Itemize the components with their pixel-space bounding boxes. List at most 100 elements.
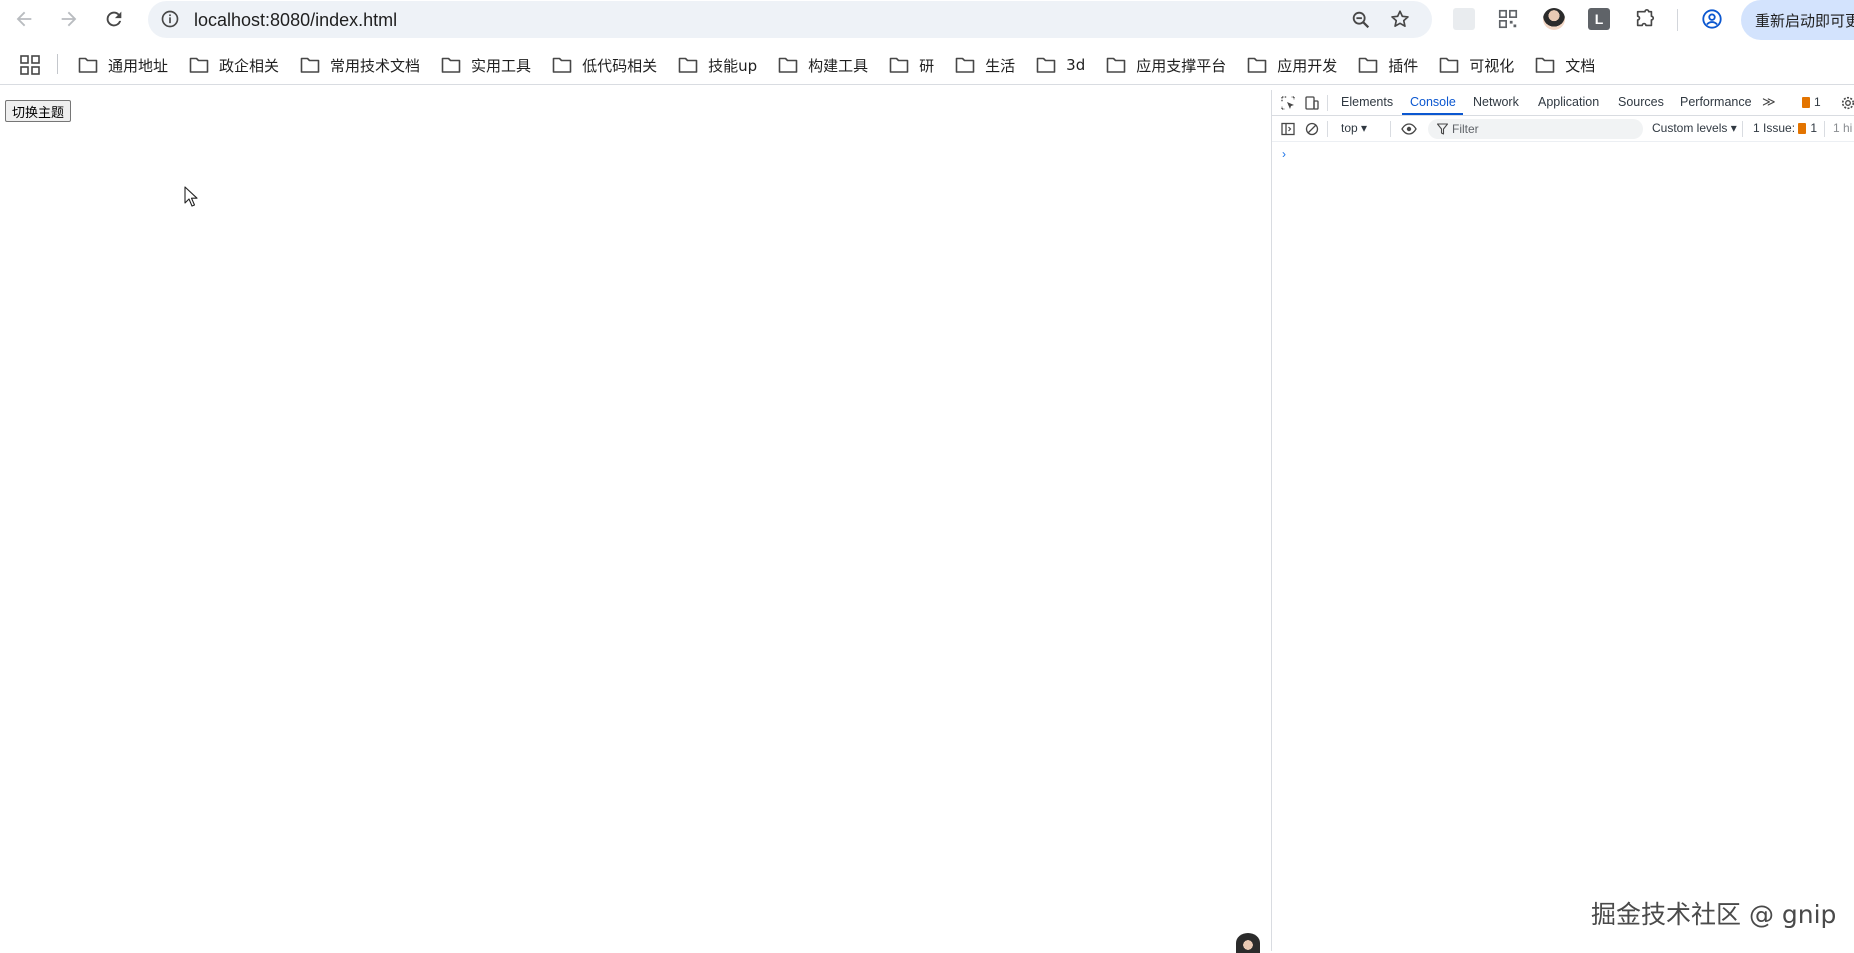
folder-icon bbox=[1106, 57, 1126, 73]
bookmark-folder-label: 生活 bbox=[985, 56, 1016, 75]
folder-icon bbox=[1036, 57, 1056, 73]
extension-l-icon[interactable]: L bbox=[1588, 8, 1610, 30]
bookmark-folder-list: 通用地址 政企相关 常用技术文档 实用工具 低代码相关 技能up 构建工具 研 生活 3d 应用支撑… bbox=[78, 45, 1616, 85]
bookmark-folder-label: 应用开发 bbox=[1277, 56, 1338, 75]
arrow-right-icon bbox=[61, 11, 77, 27]
sidebar-toggle-icon[interactable] bbox=[1280, 121, 1296, 137]
toggle-theme-button[interactable]: 切换主题 bbox=[5, 100, 72, 122]
console-toolbar: top ▾ Filter Custom levels ▾ 1 Issue: 1 … bbox=[1272, 116, 1854, 142]
context-value: top bbox=[1341, 121, 1358, 135]
page-viewport: 切换主题 bbox=[0, 90, 1270, 953]
bookmark-folder[interactable]: 3d bbox=[1036, 50, 1085, 80]
device-toolbar-icon[interactable] bbox=[1304, 95, 1320, 111]
folder-icon bbox=[1358, 57, 1378, 73]
folder-icon bbox=[1535, 57, 1555, 73]
settings-gear-icon[interactable] bbox=[1840, 95, 1854, 111]
bookmark-folder[interactable]: 技能up bbox=[678, 50, 757, 80]
folder-icon bbox=[552, 57, 572, 73]
mouse-cursor-icon bbox=[184, 186, 198, 207]
console-filter-input[interactable]: Filter bbox=[1428, 119, 1643, 139]
log-levels-dropdown[interactable]: Custom levels ▾ bbox=[1652, 121, 1737, 135]
bookmark-folder-label: 3d bbox=[1066, 56, 1086, 74]
console-toolbar-divider bbox=[1327, 121, 1328, 137]
toolbar-divider bbox=[1677, 9, 1678, 31]
bookmark-folder[interactable]: 生活 bbox=[955, 50, 1015, 80]
inspect-element-icon[interactable] bbox=[1280, 95, 1296, 111]
issues-badge-count: 1 bbox=[1814, 95, 1821, 109]
issues-counter[interactable]: 1 Issue: 1 bbox=[1753, 121, 1817, 135]
active-tab-indicator bbox=[1402, 113, 1463, 115]
devtools-tab-strip: Elements Console Network Application Sou… bbox=[1272, 90, 1854, 116]
folder-icon bbox=[678, 57, 698, 73]
bookmark-folder[interactable]: 研 bbox=[889, 50, 934, 80]
tab-elements[interactable]: Elements bbox=[1341, 95, 1393, 109]
extension-blank-icon[interactable] bbox=[1453, 8, 1475, 30]
bookmark-folder-label: 政企相关 bbox=[219, 56, 280, 75]
watermark-text: 掘金技术社区 @ gnip bbox=[1591, 900, 1837, 929]
filter-icon bbox=[1437, 123, 1448, 135]
tab-console[interactable]: Console bbox=[1410, 95, 1456, 109]
live-expression-eye-icon[interactable] bbox=[1401, 121, 1417, 137]
issues-badge[interactable]: 1 bbox=[1802, 95, 1821, 109]
console-toolbar-divider bbox=[1390, 121, 1391, 137]
bookmark-folder[interactable]: 常用技术文档 bbox=[300, 50, 420, 80]
bookmarks-divider bbox=[57, 54, 58, 74]
devtools-panel: Elements Console Network Application Sou… bbox=[1271, 90, 1854, 951]
bookmark-folder-label: 可视化 bbox=[1469, 56, 1515, 75]
bookmark-folder[interactable]: 实用工具 bbox=[441, 50, 531, 80]
extensions-puzzle-icon[interactable] bbox=[1634, 8, 1656, 30]
site-info-icon[interactable] bbox=[160, 9, 180, 29]
bookmark-folder-label: 低代码相关 bbox=[582, 56, 658, 75]
console-toolbar-divider bbox=[1742, 121, 1743, 137]
issue-flag-icon bbox=[1798, 122, 1807, 134]
console-prompt[interactable]: › bbox=[1282, 147, 1286, 161]
restart-to-update-button[interactable]: 重新启动即可更新 bbox=[1741, 0, 1854, 40]
clear-console-icon[interactable] bbox=[1304, 121, 1320, 137]
profile-icon[interactable] bbox=[1701, 8, 1723, 30]
log-levels-value: Custom levels bbox=[1652, 121, 1728, 135]
bookmark-folder[interactable]: 低代码相关 bbox=[552, 50, 657, 80]
more-tabs-chevron-icon[interactable]: ≫ bbox=[1762, 94, 1776, 110]
folder-icon bbox=[778, 57, 798, 73]
bookmark-folder[interactable]: 通用地址 bbox=[78, 50, 168, 80]
zoom-out-icon[interactable] bbox=[1350, 9, 1372, 31]
folder-icon bbox=[189, 57, 209, 73]
bookmark-folder-label: 实用工具 bbox=[471, 56, 532, 75]
back-button[interactable] bbox=[12, 7, 36, 31]
bookmark-folder[interactable]: 构建工具 bbox=[778, 50, 868, 80]
folder-icon bbox=[955, 57, 975, 73]
bookmark-folder-label: 构建工具 bbox=[808, 56, 869, 75]
bookmark-folder[interactable]: 政企相关 bbox=[189, 50, 279, 80]
folder-icon bbox=[78, 57, 98, 73]
url-text[interactable]: localhost:8080/index.html bbox=[194, 10, 397, 31]
bookmark-star-icon[interactable] bbox=[1389, 8, 1411, 30]
tab-sources[interactable]: Sources bbox=[1618, 95, 1664, 109]
bookmark-folder[interactable]: 应用开发 bbox=[1247, 50, 1337, 80]
address-bar[interactable]: localhost:8080/index.html bbox=[148, 1, 1432, 38]
folder-icon bbox=[1247, 57, 1267, 73]
bookmark-folder-label: 应用支撑平台 bbox=[1136, 56, 1227, 75]
tab-network[interactable]: Network bbox=[1473, 95, 1519, 109]
bookmark-folder[interactable]: 应用支撑平台 bbox=[1106, 50, 1226, 80]
context-selector[interactable]: top ▾ bbox=[1341, 121, 1367, 135]
issues-count-value: 1 bbox=[1810, 121, 1818, 135]
extension-avatar-icon[interactable] bbox=[1543, 8, 1565, 30]
bookmark-folder[interactable]: 可视化 bbox=[1439, 50, 1514, 80]
bookmark-folder-label: 研 bbox=[919, 56, 935, 75]
folder-icon bbox=[889, 57, 909, 73]
browser-toolbar: localhost:8080/index.html L 重新启动即可更新 bbox=[0, 0, 1854, 40]
issue-flag-icon bbox=[1802, 96, 1810, 108]
qr-code-icon[interactable] bbox=[1497, 8, 1519, 30]
bookmark-folder[interactable]: 文档 bbox=[1535, 50, 1595, 80]
folder-icon bbox=[441, 57, 461, 73]
bookmark-folder-label: 常用技术文档 bbox=[330, 56, 421, 75]
tab-application[interactable]: Application bbox=[1538, 95, 1599, 109]
reload-button[interactable] bbox=[102, 7, 126, 31]
folder-icon bbox=[300, 57, 320, 73]
tab-performance[interactable]: Performance bbox=[1680, 95, 1752, 109]
reload-icon bbox=[106, 11, 122, 27]
bookmark-folder[interactable]: 插件 bbox=[1358, 50, 1418, 80]
apps-grid-icon[interactable] bbox=[20, 55, 40, 75]
forward-button[interactable] bbox=[57, 7, 81, 31]
bookmark-folder-label: 插件 bbox=[1388, 56, 1419, 75]
